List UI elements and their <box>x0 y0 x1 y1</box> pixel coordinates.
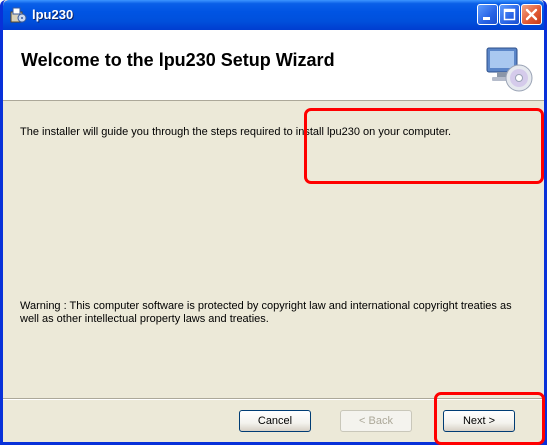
window-title: lpu230 <box>32 7 74 22</box>
cancel-button[interactable]: Cancel <box>239 410 311 432</box>
wizard-heading: Welcome to the lpu230 Setup Wizard <box>21 50 335 70</box>
highlight-box-install-text <box>304 108 544 184</box>
setup-wizard-window: lpu230 Welcome to the lpu230 Setup Wizar… <box>0 0 547 445</box>
minimize-button[interactable] <box>477 4 498 25</box>
computer-cd-setup-icon <box>483 42 535 94</box>
minimize-icon <box>483 17 490 20</box>
wizard-header: Welcome to the lpu230 Setup Wizard <box>3 30 544 101</box>
maximize-icon <box>503 8 516 21</box>
installer-package-icon <box>9 6 27 24</box>
back-button: < Back <box>340 410 412 432</box>
close-button[interactable] <box>521 4 542 25</box>
close-icon <box>525 8 538 21</box>
highlight-box-next-button <box>434 392 545 445</box>
title-bar[interactable]: lpu230 <box>3 0 544 30</box>
maximize-button[interactable] <box>499 4 520 25</box>
copyright-warning: Warning : This computer software is prot… <box>20 300 512 325</box>
